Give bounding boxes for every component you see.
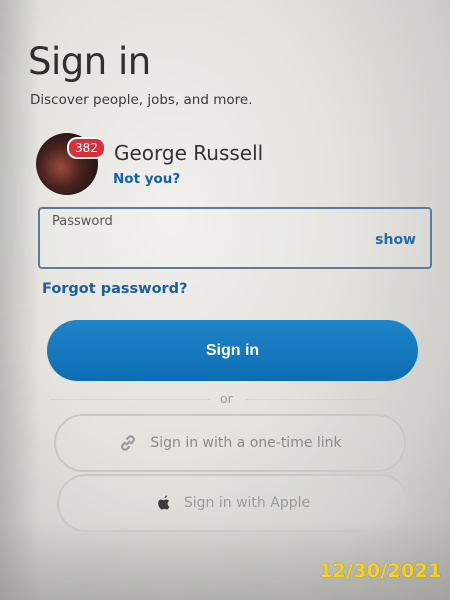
password-input[interactable] — [50, 235, 370, 259]
page-title: Sign in — [28, 40, 151, 83]
photo-date-stamp: 12/30/2021 — [319, 560, 442, 582]
apple-icon — [156, 494, 172, 512]
password-field[interactable]: Password show — [38, 207, 432, 269]
user-name: George Russell — [114, 141, 264, 165]
sign-in-button[interactable]: Sign in — [47, 320, 418, 381]
show-password-toggle[interactable]: show — [375, 232, 416, 248]
apple-signin-button[interactable]: Sign in with Apple — [57, 474, 409, 532]
photo-vignette-left — [0, 0, 40, 600]
one-time-link-label: Sign in with a one-time link — [150, 435, 342, 451]
forgot-password-link[interactable]: Forgot password? — [42, 281, 187, 297]
divider-line-right — [246, 399, 406, 400]
link-icon — [118, 433, 138, 453]
apple-signin-label: Sign in with Apple — [183, 495, 311, 511]
notification-badge: 382 — [67, 137, 106, 159]
or-divider: or — [220, 391, 233, 406]
divider-line-left — [50, 399, 210, 400]
password-label: Password — [52, 214, 113, 229]
page-subtitle: Discover people, jobs, and more. — [30, 92, 253, 108]
not-you-link[interactable]: Not you? — [113, 171, 180, 187]
one-time-link-button[interactable]: Sign in with a one-time link — [54, 414, 406, 472]
